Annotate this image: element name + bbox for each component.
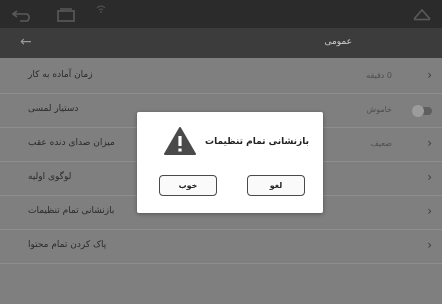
warning-icon bbox=[163, 126, 197, 160]
reset-confirm-dialog: بازنشانی تمام تنظیمات خوب لغو bbox=[137, 112, 323, 213]
wifi-icon bbox=[96, 5, 106, 15]
ok-button[interactable]: خوب bbox=[159, 175, 217, 196]
setting-label: پاک کردن تمام محتوا bbox=[28, 240, 107, 250]
setting-value: ضعیف bbox=[370, 139, 392, 148]
page-title: عمومی bbox=[324, 37, 352, 47]
back-icon[interactable] bbox=[10, 7, 34, 26]
setting-value: خاموش bbox=[366, 105, 392, 114]
chevron-right-icon: › bbox=[427, 170, 432, 184]
setting-label: لوگوی اولیه bbox=[28, 172, 72, 182]
recent-apps-icon[interactable] bbox=[57, 7, 75, 26]
setting-label: زمان آماده به کار bbox=[28, 70, 93, 80]
setting-label: میزان صدای دنده عقب bbox=[28, 138, 115, 148]
setting-row-standby-time[interactable]: زمان آماده به کار 0 دقیقه › bbox=[0, 60, 442, 94]
toggle-knob bbox=[412, 105, 424, 117]
setting-label: دستیار لمسی bbox=[28, 104, 79, 114]
setting-label: بازنشانی تمام تنظیمات bbox=[28, 206, 115, 216]
status-bar bbox=[0, 0, 442, 28]
setting-value: 0 دقیقه bbox=[366, 71, 392, 80]
chevron-right-icon: › bbox=[427, 68, 432, 82]
home-icon[interactable] bbox=[412, 6, 432, 25]
chevron-right-icon: › bbox=[427, 204, 432, 218]
setting-row-erase-content[interactable]: پاک کردن تمام محتوا › bbox=[0, 230, 442, 264]
arrow-left-icon[interactable]: ← bbox=[20, 34, 32, 50]
dialog-message: بازنشانی تمام تنظیمات bbox=[205, 137, 309, 147]
chevron-right-icon: › bbox=[427, 238, 432, 252]
title-bar: ← عمومی bbox=[0, 28, 442, 58]
touch-assistant-toggle[interactable] bbox=[412, 105, 432, 117]
cancel-button[interactable]: لغو bbox=[247, 175, 305, 196]
chevron-right-icon: › bbox=[427, 136, 432, 150]
